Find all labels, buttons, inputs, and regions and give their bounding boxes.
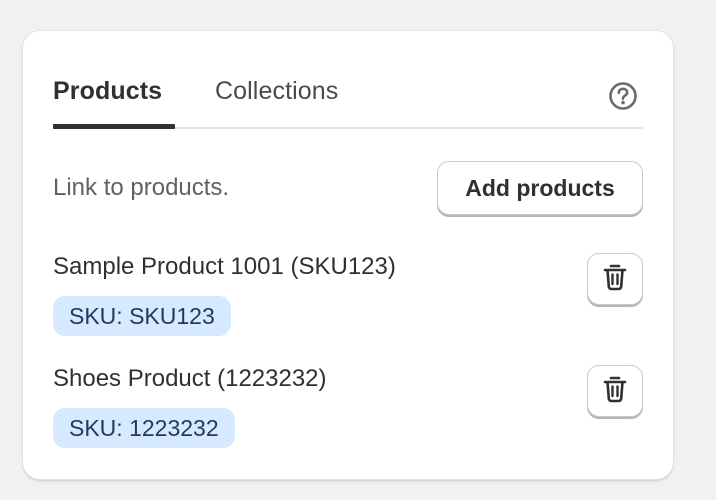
delete-product-button[interactable] [587, 365, 643, 417]
trash-icon [601, 374, 629, 409]
question-circle-icon[interactable] [607, 80, 639, 112]
description-text: Link to products. [53, 174, 230, 201]
add-products-button[interactable]: Add products [437, 161, 643, 215]
product-row: Sample Product 1001 (SKU123) SKU: SKU123 [53, 253, 643, 343]
sku-badge: SKU: 1223232 [53, 408, 235, 448]
sku-badge: SKU: SKU123 [53, 296, 231, 336]
active-tab-indicator [53, 124, 175, 129]
product-link-card: Products Collections Link to products. A… [22, 30, 674, 480]
tab-bar: Products Collections [53, 77, 643, 129]
product-name: Sample Product 1001 (SKU123) [53, 253, 396, 280]
tab-products[interactable]: Products [53, 77, 175, 129]
tab-collections[interactable]: Collections [215, 77, 338, 129]
trash-icon [601, 262, 629, 297]
delete-product-button[interactable] [587, 253, 643, 305]
product-row: Shoes Product (1223232) SKU: 1223232 [53, 365, 643, 455]
product-name: Shoes Product (1223232) [53, 365, 327, 392]
